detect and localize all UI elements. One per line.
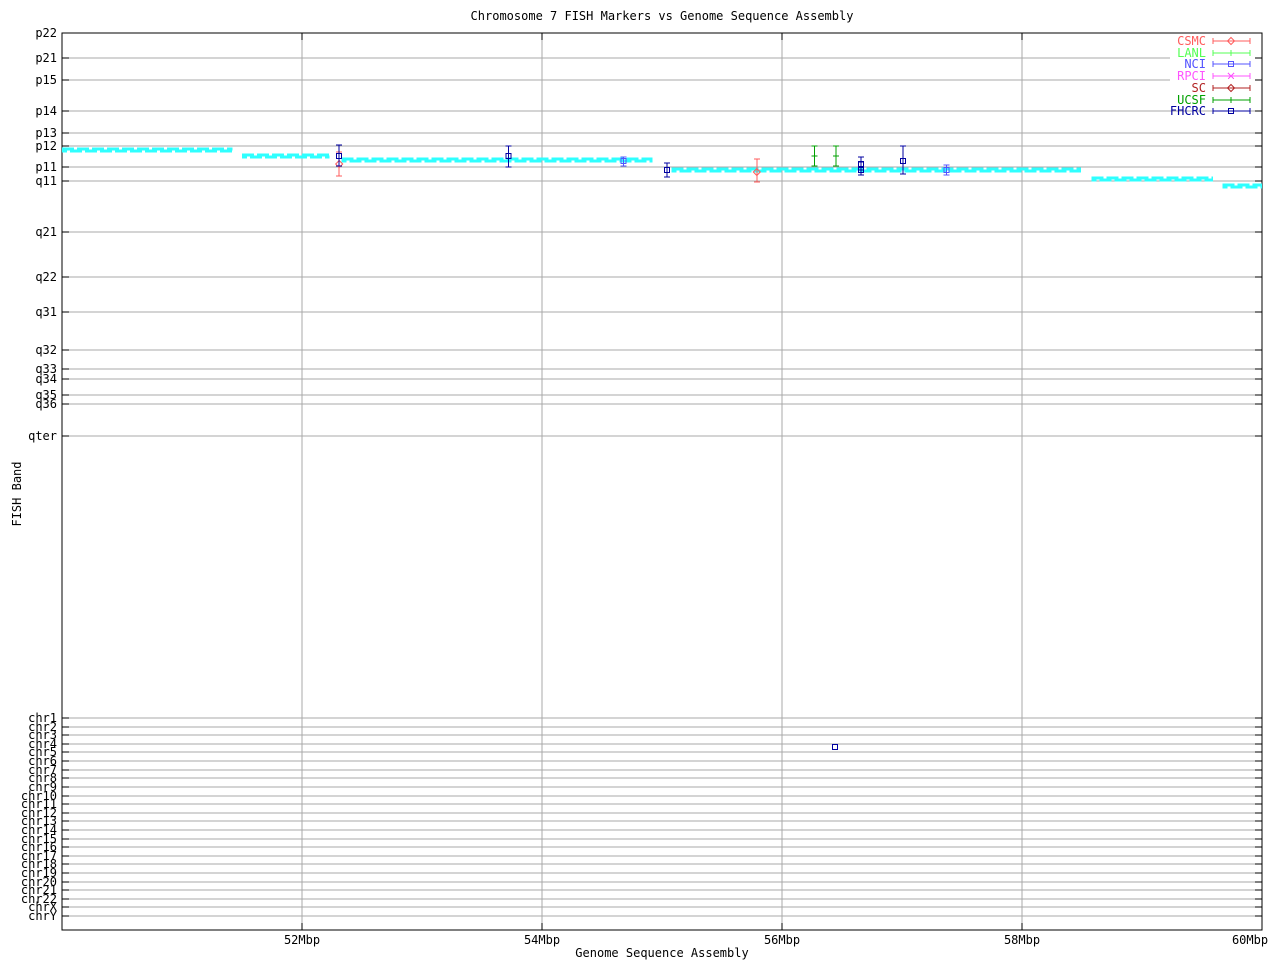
x-tick-label: 54Mbp	[524, 933, 560, 947]
marker-square	[831, 744, 838, 750]
legend-label-fhcrc: FHCRC	[1170, 104, 1206, 118]
band-tick-label: qter	[28, 429, 57, 443]
fish-plot-canvas: p22p21p15p14p13p12p11q11q21q22q31q32q33q…	[21, 26, 1268, 947]
chart-page: p22 p21 p15 p14 p13 p12 p11 q11 q21 q22 q31 q32 q33 q…	[0, 0, 1280, 960]
x-tick-label: 56Mbp	[764, 933, 800, 947]
x-tick-label: 58Mbp	[1004, 933, 1040, 947]
band-tick-label: q34	[35, 372, 57, 386]
x-tick-label: 60Mbp	[1232, 933, 1268, 947]
band-tick-label: q11	[35, 174, 57, 188]
band-tick-label: p11	[35, 160, 57, 174]
band-tick-label: q32	[35, 343, 57, 357]
plot-border	[61, 32, 1263, 931]
band-tick-label: p15	[35, 73, 57, 87]
band-tick-label: q31	[35, 305, 57, 319]
x-tick-label: 52Mbp	[284, 933, 320, 947]
x-axis-label: Genome Sequence Assembly	[575, 946, 749, 960]
band-tick-label: q21	[35, 225, 57, 239]
band-tick-label: p14	[35, 104, 57, 118]
band-tick-label: p21	[35, 51, 57, 65]
band-tick-label: q36	[35, 397, 57, 411]
band-tick-label: p22	[35, 26, 57, 40]
chart-title: Chromosome 7 FISH Markers vs Genome Sequ…	[470, 9, 854, 23]
y-axis-label: FISH Band	[10, 461, 24, 527]
band-tick-label: p13	[35, 126, 57, 140]
chromosome-tick-label: chrY	[28, 909, 58, 923]
band-tick-label: q22	[35, 270, 57, 284]
band-tick-label: p12	[35, 139, 57, 153]
